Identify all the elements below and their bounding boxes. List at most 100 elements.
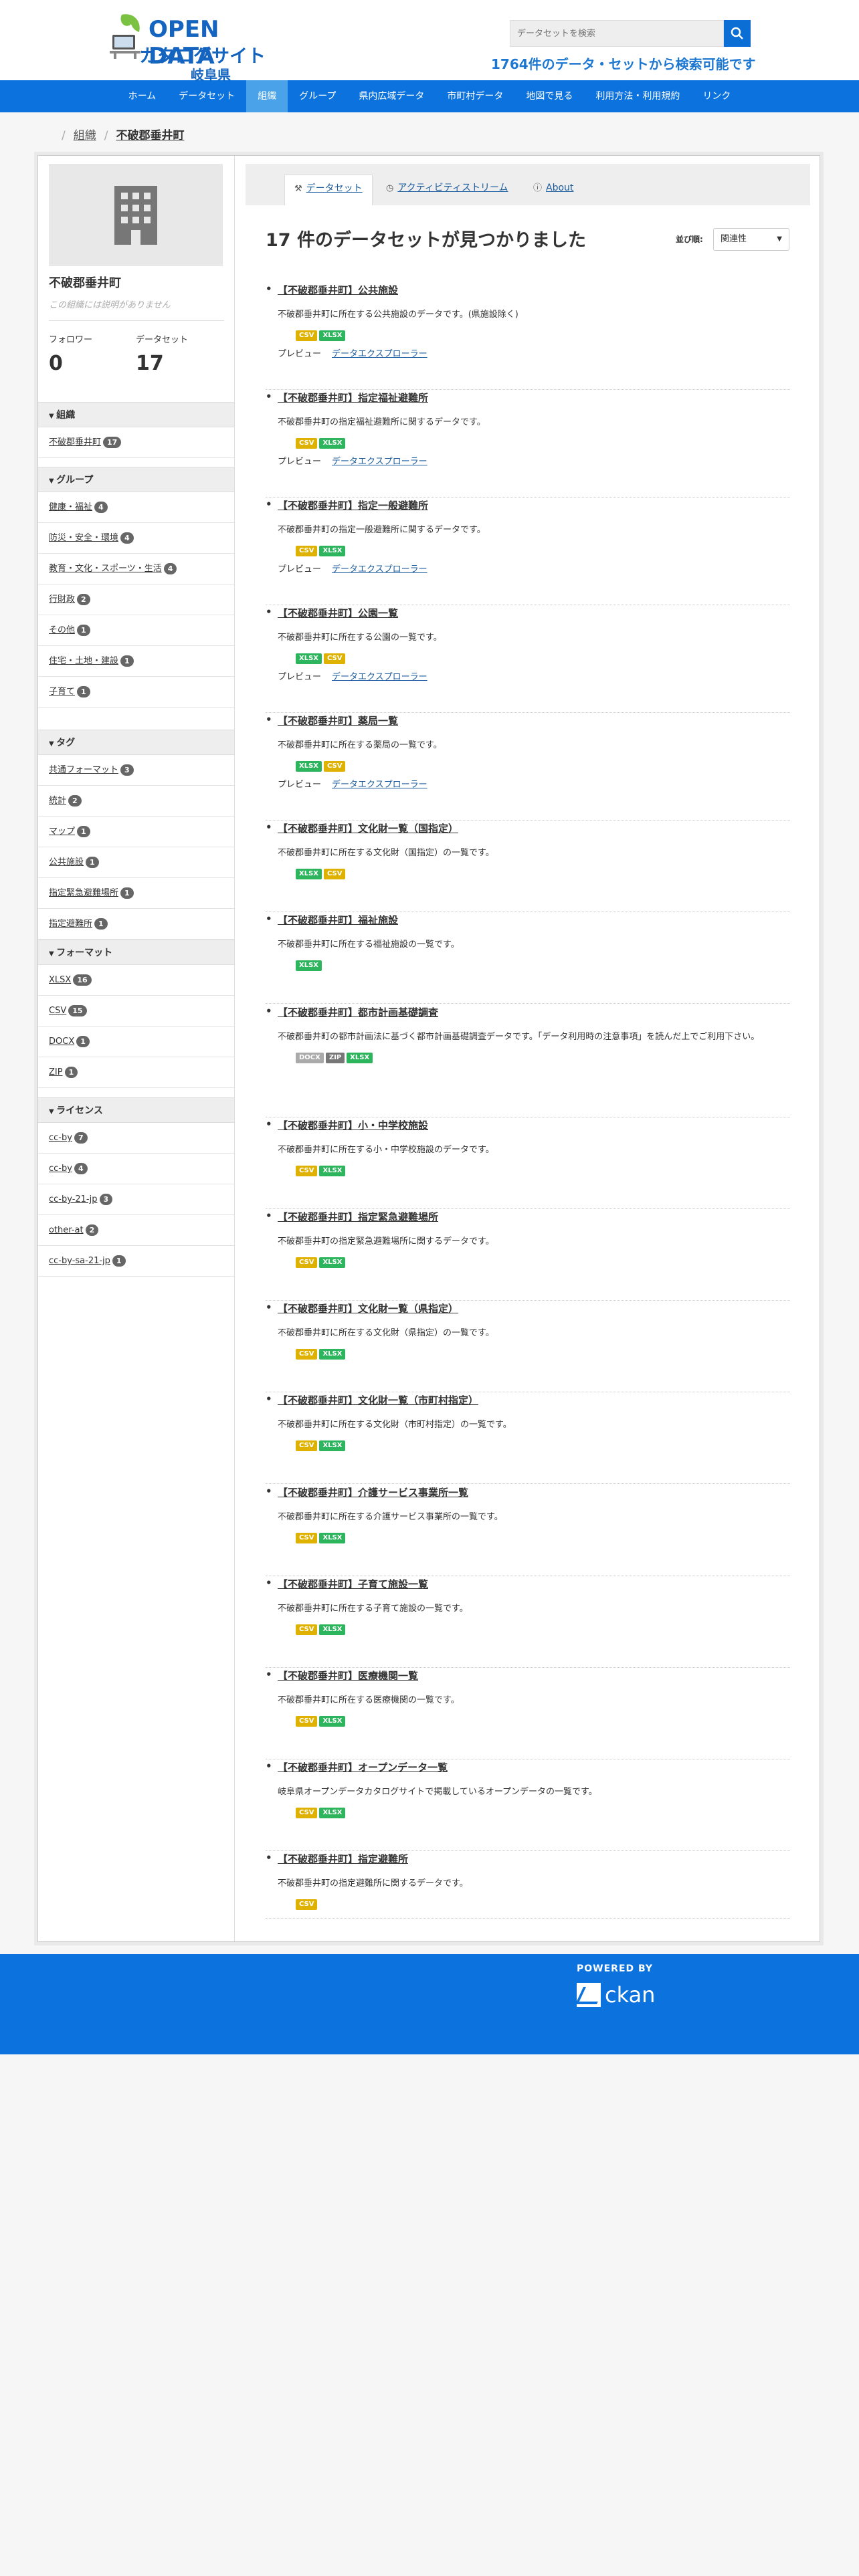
dataset-title-link[interactable]: 【不破郡垂井町】指定緊急避難場所 — [278, 1211, 438, 1223]
tab-activity[interactable]: ◷ アクティビティストリーム — [386, 175, 508, 205]
format-badge-xlsx[interactable]: XLSX — [296, 761, 322, 772]
format-badge-csv[interactable]: CSV — [296, 1533, 318, 1543]
facet-item-link[interactable]: 統計 — [49, 796, 66, 806]
format-badge-csv[interactable]: CSV — [296, 1808, 318, 1818]
data-explorer-link[interactable]: データエクスプローラー — [332, 672, 427, 682]
facet-item-link[interactable]: 防災・安全・環境 — [49, 533, 118, 543]
data-explorer-link[interactable]: データエクスプローラー — [332, 780, 427, 790]
format-badge-csv[interactable]: CSV — [296, 1349, 318, 1360]
facet-item-link[interactable]: DOCX — [49, 1037, 74, 1047]
facet-item-link[interactable]: マップ — [49, 827, 75, 837]
facet-item-link[interactable]: cc-by — [49, 1164, 72, 1174]
facet-item[interactable]: 指定避難所 1 — [38, 909, 234, 940]
facet-item-link[interactable]: cc-by-21-jp — [49, 1194, 98, 1204]
format-badge-csv[interactable]: CSV — [296, 1257, 318, 1268]
facet-item-link[interactable]: 教育・文化・スポーツ・生活 — [49, 564, 162, 574]
nav-item-4[interactable]: 県内広域データ — [347, 80, 436, 112]
dataset-title-link[interactable]: 【不破郡垂井町】指定避難所 — [278, 1853, 408, 1865]
data-explorer-link[interactable]: データエクスプローラー — [332, 457, 427, 467]
facet-item[interactable]: 指定緊急避難場所 1 — [38, 878, 234, 909]
facet-item[interactable]: 共通フォーマット 3 — [38, 755, 234, 786]
facet-item-link[interactable]: 健康・福祉 — [49, 502, 92, 512]
facet-item-link[interactable]: cc-by-sa-21-jp — [49, 1256, 110, 1266]
facet-item[interactable]: XLSX 16 — [38, 965, 234, 996]
dataset-title-link[interactable]: 【不破郡垂井町】小・中学校施設 — [278, 1119, 428, 1132]
format-badge-csv[interactable]: CSV — [296, 1440, 318, 1451]
format-badge-xlsx[interactable]: XLSX — [296, 869, 322, 879]
format-badge-xlsx[interactable]: XLSX — [319, 1624, 346, 1635]
facet-item[interactable]: DOCX 1 — [38, 1027, 234, 1057]
dataset-title-link[interactable]: 【不破郡垂井町】指定一般避難所 — [278, 500, 428, 512]
ckan-logo[interactable]: ckan — [577, 1982, 655, 2008]
facet-item[interactable]: 教育・文化・スポーツ・生活 4 — [38, 554, 234, 584]
tab-datasets[interactable]: ⚒ データセット — [284, 175, 373, 205]
dataset-title-link[interactable]: 【不破郡垂井町】福祉施設 — [278, 914, 398, 926]
facet-item[interactable]: 健康・福祉 4 — [38, 492, 234, 523]
format-badge-xlsx[interactable]: XLSX — [296, 960, 322, 971]
facet-item-link[interactable]: 指定緊急避難場所 — [49, 888, 118, 898]
facet-item[interactable]: その他 1 — [38, 615, 234, 646]
format-badge-csv[interactable]: CSV — [296, 1899, 318, 1910]
facet-item-link[interactable]: other-at — [49, 1225, 84, 1235]
data-explorer-link[interactable]: データエクスプローラー — [332, 349, 427, 359]
facet-item-link[interactable]: ZIP — [49, 1067, 63, 1077]
site-logo[interactable]: OPEN DATA カタログサイト 岐阜県 — [107, 9, 281, 83]
sort-select[interactable]: 関連性 ▼ — [713, 228, 789, 251]
dataset-title-link[interactable]: 【不破郡垂井町】医療機関一覧 — [278, 1670, 418, 1682]
facet-item[interactable]: cc-by 7 — [38, 1123, 234, 1154]
nav-item-1[interactable]: データセット — [167, 80, 246, 112]
facet-item[interactable]: CSV 15 — [38, 996, 234, 1027]
facet-item[interactable]: 住宅・土地・建設 1 — [38, 646, 234, 677]
tab-about[interactable]: ⓘ About — [533, 175, 573, 205]
facet-item-link[interactable]: cc-by — [49, 1133, 72, 1143]
dataset-title-link[interactable]: 【不破郡垂井町】介護サービス事業所一覧 — [278, 1487, 468, 1499]
nav-item-2[interactable]: 組織 — [246, 80, 288, 112]
facet-item[interactable]: 公共施設 1 — [38, 847, 234, 878]
dataset-title-link[interactable]: 【不破郡垂井町】子育て施設一覧 — [278, 1578, 428, 1590]
nav-item-5[interactable]: 市町村データ — [436, 80, 514, 112]
dataset-title-link[interactable]: 【不破郡垂井町】薬局一覧 — [278, 715, 398, 727]
format-badge-docx[interactable]: DOCX — [296, 1053, 324, 1063]
format-badge-csv[interactable]: CSV — [296, 546, 318, 556]
format-badge-csv[interactable]: CSV — [324, 653, 346, 664]
dataset-title-link[interactable]: 【不破郡垂井町】文化財一覧（市町村指定） — [278, 1394, 478, 1406]
format-badge-csv[interactable]: CSV — [296, 1166, 318, 1176]
format-badge-csv[interactable]: CSV — [296, 1716, 318, 1727]
dataset-title-link[interactable]: 【不破郡垂井町】公園一覧 — [278, 607, 398, 619]
format-badge-xlsx[interactable]: XLSX — [319, 1440, 346, 1451]
format-badge-zip[interactable]: ZIP — [325, 1053, 345, 1063]
facet-item[interactable]: cc-by 4 — [38, 1154, 234, 1184]
facet-item[interactable]: cc-by-sa-21-jp 1 — [38, 1246, 234, 1277]
nav-item-0[interactable]: ホーム — [117, 80, 168, 112]
facet-item-link[interactable]: 指定避難所 — [49, 919, 92, 929]
format-badge-xlsx[interactable]: XLSX — [347, 1053, 373, 1063]
facet-item[interactable]: マップ 1 — [38, 817, 234, 847]
data-explorer-link[interactable]: データエクスプローラー — [332, 564, 427, 574]
format-badge-xlsx[interactable]: XLSX — [319, 1166, 346, 1176]
nav-item-3[interactable]: グループ — [288, 80, 347, 112]
dataset-title-link[interactable]: 【不破郡垂井町】オープンデータ一覧 — [278, 1761, 448, 1774]
format-badge-csv[interactable]: CSV — [296, 438, 318, 449]
format-badge-xlsx[interactable]: XLSX — [319, 1716, 346, 1727]
facet-item-link[interactable]: その他 — [49, 625, 75, 635]
format-badge-csv[interactable]: CSV — [324, 761, 346, 772]
nav-item-7[interactable]: 利用方法・利用規約 — [584, 80, 691, 112]
facet-item[interactable]: 行財政 2 — [38, 584, 234, 615]
facet-item-link[interactable]: 共通フォーマット — [49, 765, 118, 775]
format-badge-csv[interactable]: CSV — [324, 869, 346, 879]
dataset-title-link[interactable]: 【不破郡垂井町】文化財一覧（国指定） — [278, 823, 458, 835]
dataset-title-link[interactable]: 【不破郡垂井町】都市計画基礎調査 — [278, 1006, 438, 1018]
format-badge-xlsx[interactable]: XLSX — [319, 1349, 346, 1360]
tab-activity-link[interactable]: アクティビティストリーム — [397, 183, 508, 193]
breadcrumb-current-link[interactable]: 不破郡垂井町 — [116, 129, 184, 142]
facet-item[interactable]: other-at 2 — [38, 1215, 234, 1246]
format-badge-xlsx[interactable]: XLSX — [319, 330, 346, 341]
format-badge-xlsx[interactable]: XLSX — [296, 653, 322, 664]
tab-datasets-link[interactable]: データセット — [306, 183, 363, 194]
facet-item-link[interactable]: 不破郡垂井町 — [49, 437, 101, 447]
format-badge-csv[interactable]: CSV — [296, 1624, 318, 1635]
facet-item-link[interactable]: 行財政 — [49, 595, 75, 605]
dataset-title-link[interactable]: 【不破郡垂井町】文化財一覧（県指定） — [278, 1303, 458, 1315]
format-badge-xlsx[interactable]: XLSX — [319, 1533, 346, 1543]
format-badge-xlsx[interactable]: XLSX — [319, 1808, 346, 1818]
